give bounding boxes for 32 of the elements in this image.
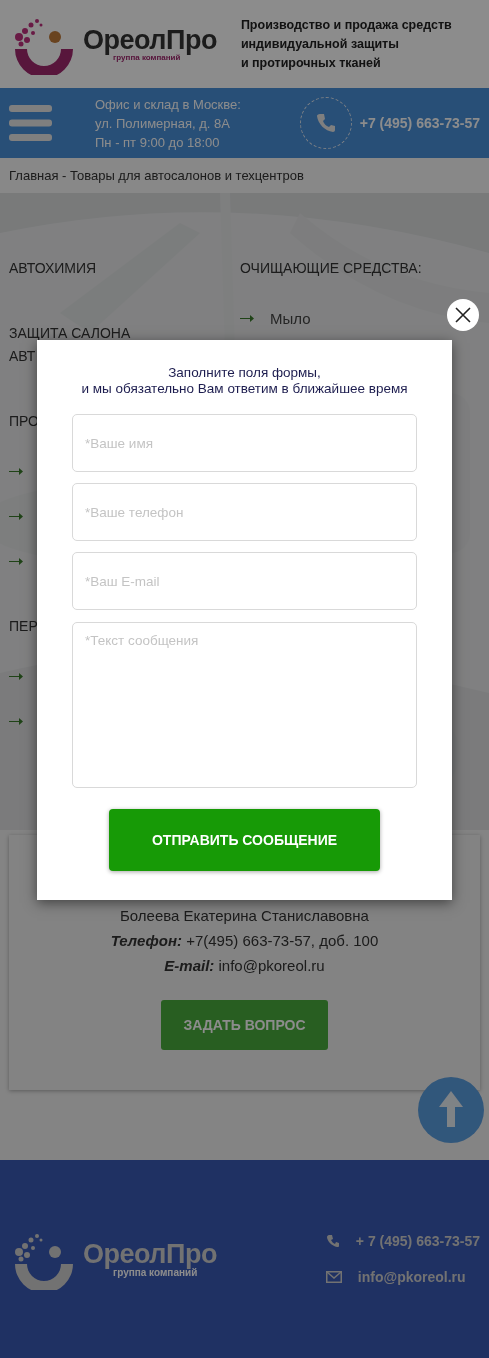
address-line: Пн - пт 9:00 до 18:00 bbox=[95, 133, 221, 152]
logo-tagline: группа компаний bbox=[113, 1267, 198, 1278]
category-link[interactable]: Мыло bbox=[270, 307, 311, 330]
slogan-line: Производство и продажа средств bbox=[240, 16, 452, 34]
contact-email: E-mail: info@pkoreol.ru bbox=[163, 956, 326, 976]
address-line: Офис и склад в Москве: bbox=[95, 95, 241, 114]
menu-icon[interactable] bbox=[9, 105, 52, 141]
close-icon bbox=[455, 307, 471, 323]
category-heading[interactable]: АВТОХИМИЯ bbox=[9, 257, 240, 280]
modal-title: Заполните поля формы, bbox=[167, 365, 322, 381]
slogan-line: и протирочных тканей bbox=[240, 54, 382, 72]
message-field[interactable]: *Текст сообщения bbox=[72, 622, 417, 788]
phone-icon bbox=[325, 1234, 340, 1248]
phone-icon bbox=[315, 113, 336, 133]
input-field[interactable]: *Ваше телефон bbox=[72, 483, 417, 541]
category-heading[interactable]: ОЧИЩАЮЩИЕ СРЕДСТВА: bbox=[240, 257, 422, 280]
address-line: ул. Полимерная, д. 8А bbox=[95, 114, 231, 133]
logo-text[interactable]: ОреолПро bbox=[83, 26, 217, 54]
logo-tagline: группа компаний bbox=[113, 53, 181, 62]
modal-title: и мы обязательно Вам ответим в ближайшее время bbox=[80, 381, 409, 397]
phone-link[interactable]: +7 (495) 663-73-57 bbox=[359, 112, 480, 134]
input-field[interactable]: *Ваше имя bbox=[72, 414, 417, 472]
logo-text[interactable]: ОреолПро bbox=[83, 1240, 217, 1268]
submit-button[interactable]: ОТПРАВИТЬ СООБЩЕНИЕ bbox=[109, 809, 380, 871]
contact-name: Болеева Екатерина Станиславовна bbox=[119, 906, 370, 926]
footer-email[interactable]: info@pkoreol.ru bbox=[357, 1259, 466, 1295]
input-field[interactable]: *Ваш E-mail bbox=[72, 552, 417, 610]
mail-icon bbox=[325, 1271, 342, 1283]
contact-phone: Телефон: +7(495) 663-73-57, доб. 100 bbox=[109, 931, 380, 951]
ask-question-button[interactable]: ЗАДАТЬ ВОПРОС bbox=[161, 1000, 328, 1050]
footer-phone[interactable]: + 7 (495) 663-73-57 bbox=[355, 1223, 480, 1259]
slogan-line: индивидуальной защиты bbox=[240, 35, 400, 53]
